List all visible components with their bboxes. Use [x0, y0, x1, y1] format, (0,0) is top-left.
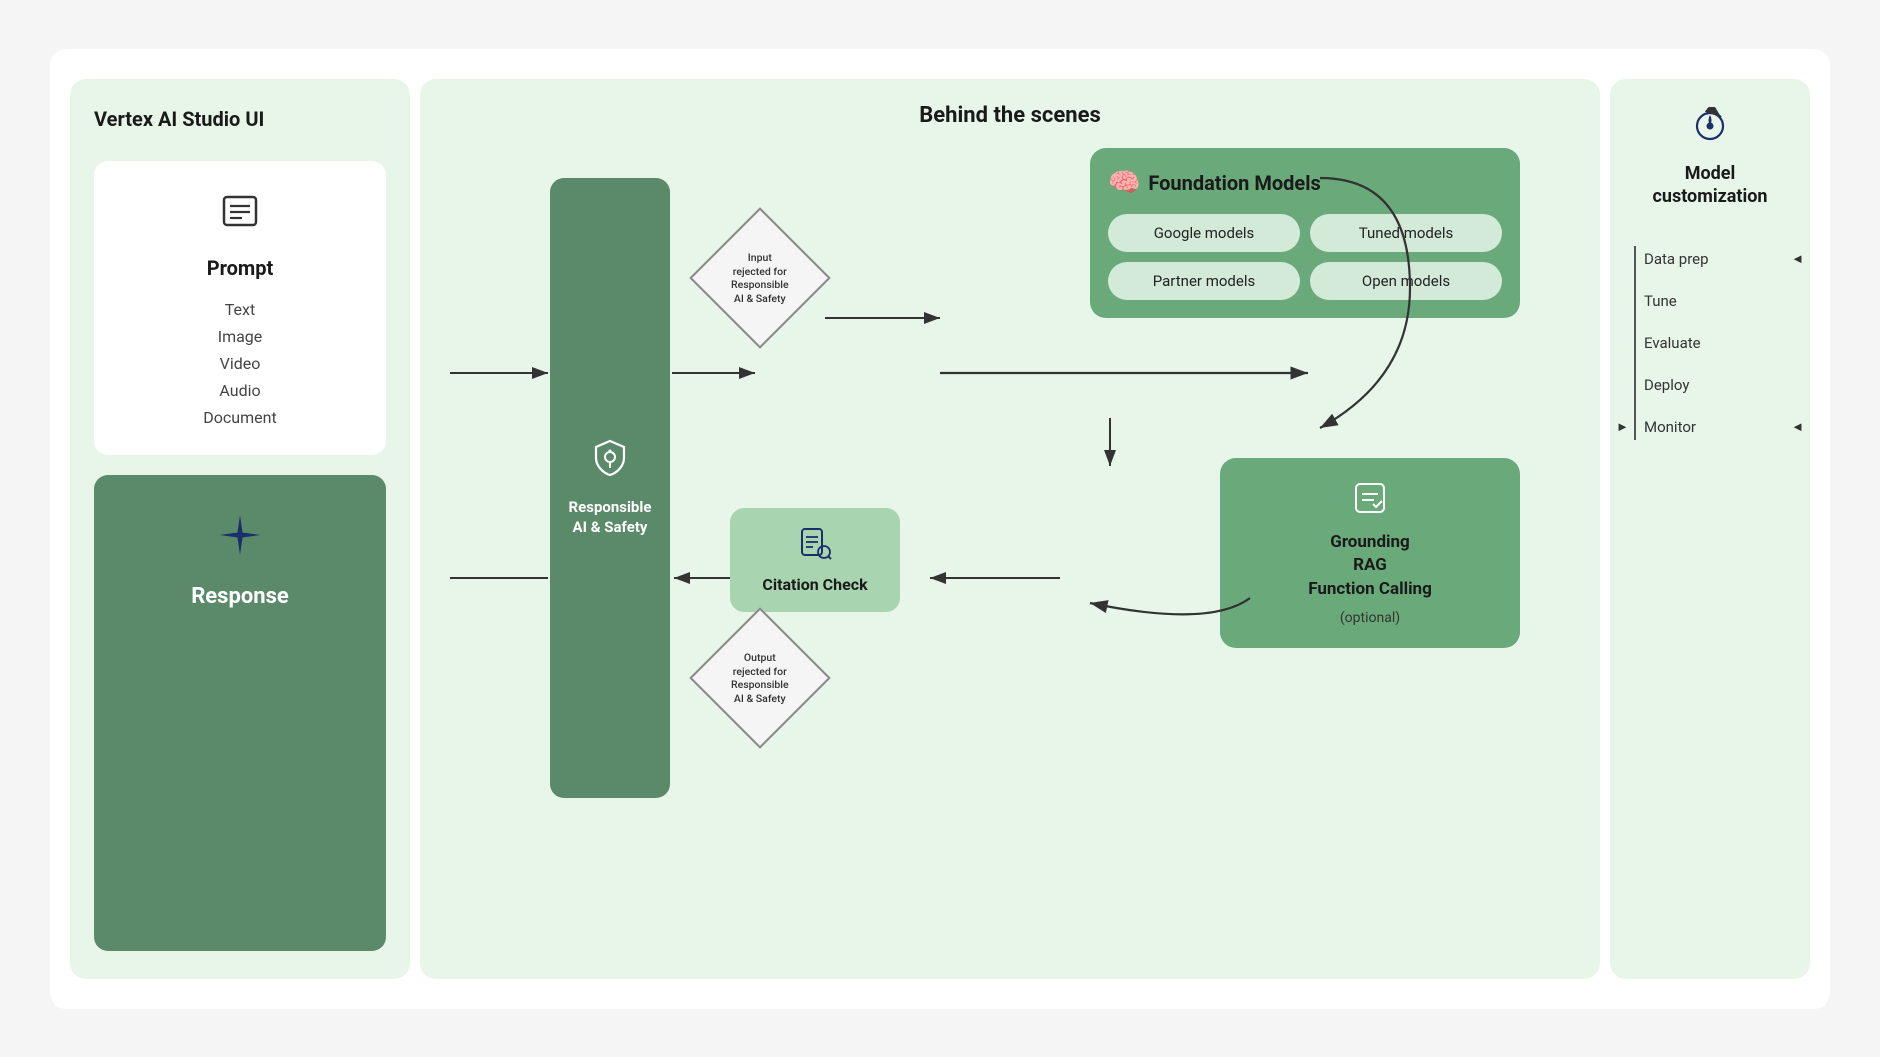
grounding-title: Grounding RAG Function Calling [1308, 531, 1432, 602]
model-customization-icon [1691, 107, 1729, 152]
prompt-item-audio: Audio [203, 377, 276, 404]
prompt-card: Prompt Text Image Video Audio Document [94, 161, 386, 456]
foundation-title: Foundation Models [1148, 171, 1320, 195]
response-card: Response [94, 475, 386, 950]
middle-title: Behind the scenes [450, 103, 1570, 128]
prompt-item-text: Text [203, 296, 276, 323]
prompt-items: Text Image Video Audio Document [203, 296, 276, 432]
model-pill-open: Open models [1310, 262, 1502, 300]
citation-label: Citation Check [762, 575, 867, 594]
response-star-icon [216, 511, 264, 570]
grounding-optional: (optional) [1340, 610, 1400, 626]
model-pill-google: Google models [1108, 214, 1300, 252]
right-panel-title: Model customization [1653, 162, 1768, 209]
citation-check-box: Citation Check [730, 508, 900, 612]
responsible-ai-label: Responsible AI & Safety [569, 498, 652, 537]
step-deploy: Deploy [1630, 364, 1790, 406]
model-pills-grid: Google models Tuned models Partner model… [1108, 214, 1502, 300]
output-rejected-text: Output rejected for Responsible AI & Saf… [715, 650, 805, 705]
input-rejected-diamond: Input rejected for Responsible AI & Safe… [689, 207, 830, 348]
model-pill-partner: Partner models [1108, 262, 1300, 300]
step-data-prep: Data prep ◄ [1630, 238, 1790, 280]
step-tune: Tune [1630, 280, 1790, 322]
prompt-item-image: Image [203, 323, 276, 350]
left-panel: Vertex AI Studio UI Prompt Text Image Vi… [70, 79, 410, 979]
responsible-ai-icon [590, 438, 630, 486]
prompt-icon [218, 189, 262, 242]
prompt-item-video: Video [203, 350, 276, 377]
response-title: Response [191, 584, 289, 609]
foundation-icon: 🧠 [1108, 168, 1140, 198]
foundation-models-box: 🧠 Foundation Models Google models Tuned … [1090, 148, 1520, 318]
step-monitor: ► Monitor ◄ [1630, 406, 1790, 448]
prompt-item-document: Document [203, 404, 276, 431]
grounding-box: Grounding RAG Function Calling (optional… [1220, 458, 1520, 648]
output-rejected-diamond: Output rejected for Responsible AI & Saf… [689, 607, 830, 748]
input-rejected-text: Input rejected for Responsible AI & Safe… [715, 250, 805, 305]
left-panel-title: Vertex AI Studio UI [94, 107, 386, 131]
model-pill-tuned: Tuned models [1310, 214, 1502, 252]
responsible-ai-column: Responsible AI & Safety [550, 178, 670, 798]
step-evaluate: Evaluate [1630, 322, 1790, 364]
customization-steps: Data prep ◄ Tune Evaluate Deploy ► Monit… [1630, 238, 1790, 448]
right-panel: Model customization Data prep ◄ Tune Eva… [1610, 79, 1810, 979]
grounding-icon [1352, 480, 1388, 523]
foundation-header: 🧠 Foundation Models [1108, 168, 1502, 198]
citation-check-icon [798, 526, 832, 567]
middle-panel: Behind the scenes [420, 79, 1600, 979]
prompt-title: Prompt [207, 256, 274, 280]
main-container: Vertex AI Studio UI Prompt Text Image Vi… [50, 49, 1830, 1009]
diagram-area: Responsible AI & Safety Input rejected f… [450, 148, 1570, 955]
